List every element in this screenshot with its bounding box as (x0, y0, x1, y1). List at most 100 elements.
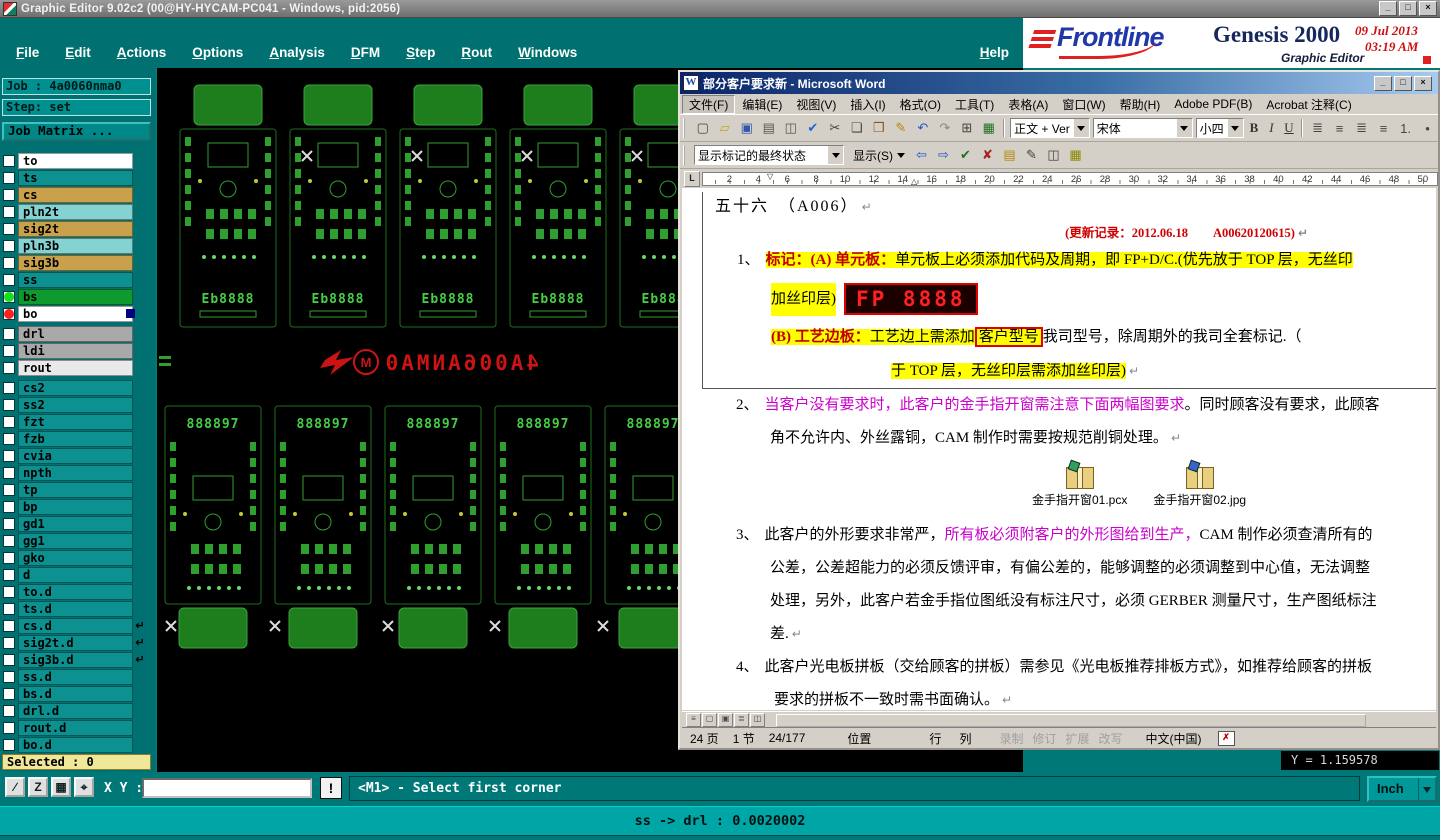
word-titlebar[interactable]: W 部分客户要求新 - Microsoft Word _ □ × (680, 72, 1438, 94)
layer-checkbox[interactable] (3, 171, 15, 184)
draw-select-icon[interactable]: ∕ (5, 777, 25, 797)
layer-name[interactable]: bs (18, 288, 133, 305)
layer-name[interactable]: fzt (18, 413, 133, 430)
layer-name[interactable]: pln3b (18, 237, 133, 254)
layer-name[interactable]: to (18, 152, 133, 169)
layer-checkbox[interactable] (3, 327, 15, 340)
layer-checkbox[interactable] (3, 205, 15, 218)
layer-name[interactable]: to.d (18, 583, 133, 600)
layer-row[interactable]: to (0, 152, 155, 169)
layer-checkbox[interactable] (3, 449, 15, 462)
style-combo[interactable]: 正文 + Ver (1010, 118, 1090, 138)
layer-row[interactable]: cs.d ↵ (0, 617, 155, 634)
zoom-icon[interactable]: Z (28, 777, 48, 797)
font-size-combo[interactable]: 小四 (1195, 118, 1244, 138)
layer-name[interactable]: cvia (18, 447, 133, 464)
bullets-icon[interactable]: • (1417, 117, 1439, 139)
layer-checkbox[interactable] (3, 361, 15, 374)
attachment[interactable]: 金手指开窗02.jpg (1153, 459, 1246, 517)
layer-checkbox[interactable] (3, 273, 15, 286)
spelling-icon[interactable]: ✔ (802, 117, 824, 139)
origin-target-icon[interactable]: ⌖ (74, 777, 94, 797)
units-dropdown[interactable]: Inch (1367, 776, 1437, 802)
word-menu-item[interactable]: 帮助(H) (1113, 95, 1168, 114)
layer-row[interactable]: d (0, 566, 155, 583)
xy-input[interactable] (142, 778, 312, 798)
layer-row[interactable]: bs.d (0, 685, 155, 702)
layer-name[interactable]: d (18, 566, 133, 583)
save-icon[interactable]: ▣ (736, 117, 758, 139)
layer-row[interactable]: cs2 (0, 379, 155, 396)
layer-checkbox[interactable] (3, 307, 15, 320)
layer-row[interactable]: sig2t.d ↵ (0, 634, 155, 651)
layer-name[interactable]: tp (18, 481, 133, 498)
layer-name[interactable]: rout.d (18, 719, 133, 736)
horizontal-scrollbar[interactable] (776, 713, 1366, 727)
layer-name[interactable]: cs2 (18, 379, 133, 396)
print-layout-icon[interactable]: ▣ (718, 713, 733, 727)
layer-row[interactable]: bs (0, 288, 155, 305)
layer-row[interactable]: to.d (0, 583, 155, 600)
layer-name[interactable]: fzb (18, 430, 133, 447)
align-right-icon[interactable]: ≣ (1351, 117, 1373, 139)
outline-view-icon[interactable]: ≣ (734, 713, 749, 727)
layer-checkbox[interactable] (3, 534, 15, 547)
layer-name[interactable]: sig3b (18, 254, 133, 271)
layer-checkbox[interactable] (3, 721, 15, 734)
word-menu-item[interactable]: 编辑(E) (735, 95, 789, 114)
word-menu-item[interactable]: 表格(A) (1001, 95, 1055, 114)
layer-row[interactable]: sig3b.d ↵ (0, 651, 155, 668)
layer-name[interactable]: ts (18, 169, 133, 186)
toolbar-drag-handle[interactable] (683, 118, 687, 138)
menu-item[interactable]: Actions (117, 45, 167, 60)
show-menu-button[interactable]: 显示(S) (848, 144, 910, 166)
layer-name[interactable]: ss (18, 271, 133, 288)
copy-icon[interactable]: ❏ (846, 117, 868, 139)
align-center-icon[interactable]: ≡ (1329, 117, 1351, 139)
layer-name[interactable]: cs.d (18, 617, 133, 634)
new-doc-icon[interactable]: ▢ (692, 117, 714, 139)
underline-button[interactable]: U (1280, 117, 1298, 139)
web-layout-icon[interactable]: ▢ (702, 713, 717, 727)
layer-checkbox[interactable] (3, 704, 15, 717)
layer-name[interactable]: sig2t.d (18, 634, 133, 651)
line-spacing-icon[interactable]: ≡ (1373, 117, 1395, 139)
layer-name[interactable]: ss2 (18, 396, 133, 413)
layer-checkbox[interactable] (3, 500, 15, 513)
menu-item[interactable]: Step (406, 45, 435, 60)
layer-row[interactable]: ss2 (0, 396, 155, 413)
layer-row[interactable]: gko (0, 549, 155, 566)
layer-checkbox[interactable] (3, 636, 15, 649)
layer-checkbox[interactable] (3, 602, 15, 615)
word-maximize-button[interactable]: □ (1394, 75, 1412, 91)
layer-name[interactable]: bp (18, 498, 133, 515)
layer-checkbox[interactable] (3, 619, 15, 632)
reviewing-pane-icon[interactable]: ◫ (1043, 144, 1064, 166)
layer-row[interactable]: ts.d (0, 600, 155, 617)
word-menu-item[interactable]: 文件(F) (682, 94, 736, 114)
menu-item[interactable]: Options (192, 45, 243, 60)
reject-change-icon[interactable]: ✘ (977, 144, 998, 166)
layer-row[interactable]: ss.d (0, 668, 155, 685)
layer-checkbox[interactable] (3, 551, 15, 564)
chevron-down-icon[interactable] (1175, 119, 1192, 137)
layer-row[interactable]: gd1 (0, 515, 155, 532)
chevron-down-icon[interactable] (1226, 119, 1243, 137)
print-preview-icon[interactable]: ◫ (780, 117, 802, 139)
first-line-indent-marker[interactable]: ▽ (767, 173, 773, 181)
word-ruler[interactable]: L 2 4 6 8 10 12 14 16 18 20 22 24 26 28 30 32 34 36 38 40 42… (680, 169, 1438, 189)
toolbar-drag-handle[interactable] (683, 145, 688, 165)
layer-row[interactable]: pln3b (0, 237, 155, 254)
layer-name[interactable]: drl (18, 325, 133, 342)
layer-checkbox[interactable] (3, 415, 15, 428)
chevron-down-icon[interactable] (1418, 778, 1435, 800)
layer-row[interactable]: rout.d (0, 719, 155, 736)
layer-checkbox[interactable] (3, 256, 15, 269)
layer-name[interactable]: gd1 (18, 515, 133, 532)
layer-checkbox[interactable] (3, 653, 15, 666)
menu-item[interactable]: File (16, 45, 39, 60)
layer-row[interactable]: fzt (0, 413, 155, 430)
step-label[interactable]: Step: set (2, 99, 151, 116)
layer-row[interactable]: ss (0, 271, 155, 288)
layer-row[interactable]: ldi (0, 342, 155, 359)
